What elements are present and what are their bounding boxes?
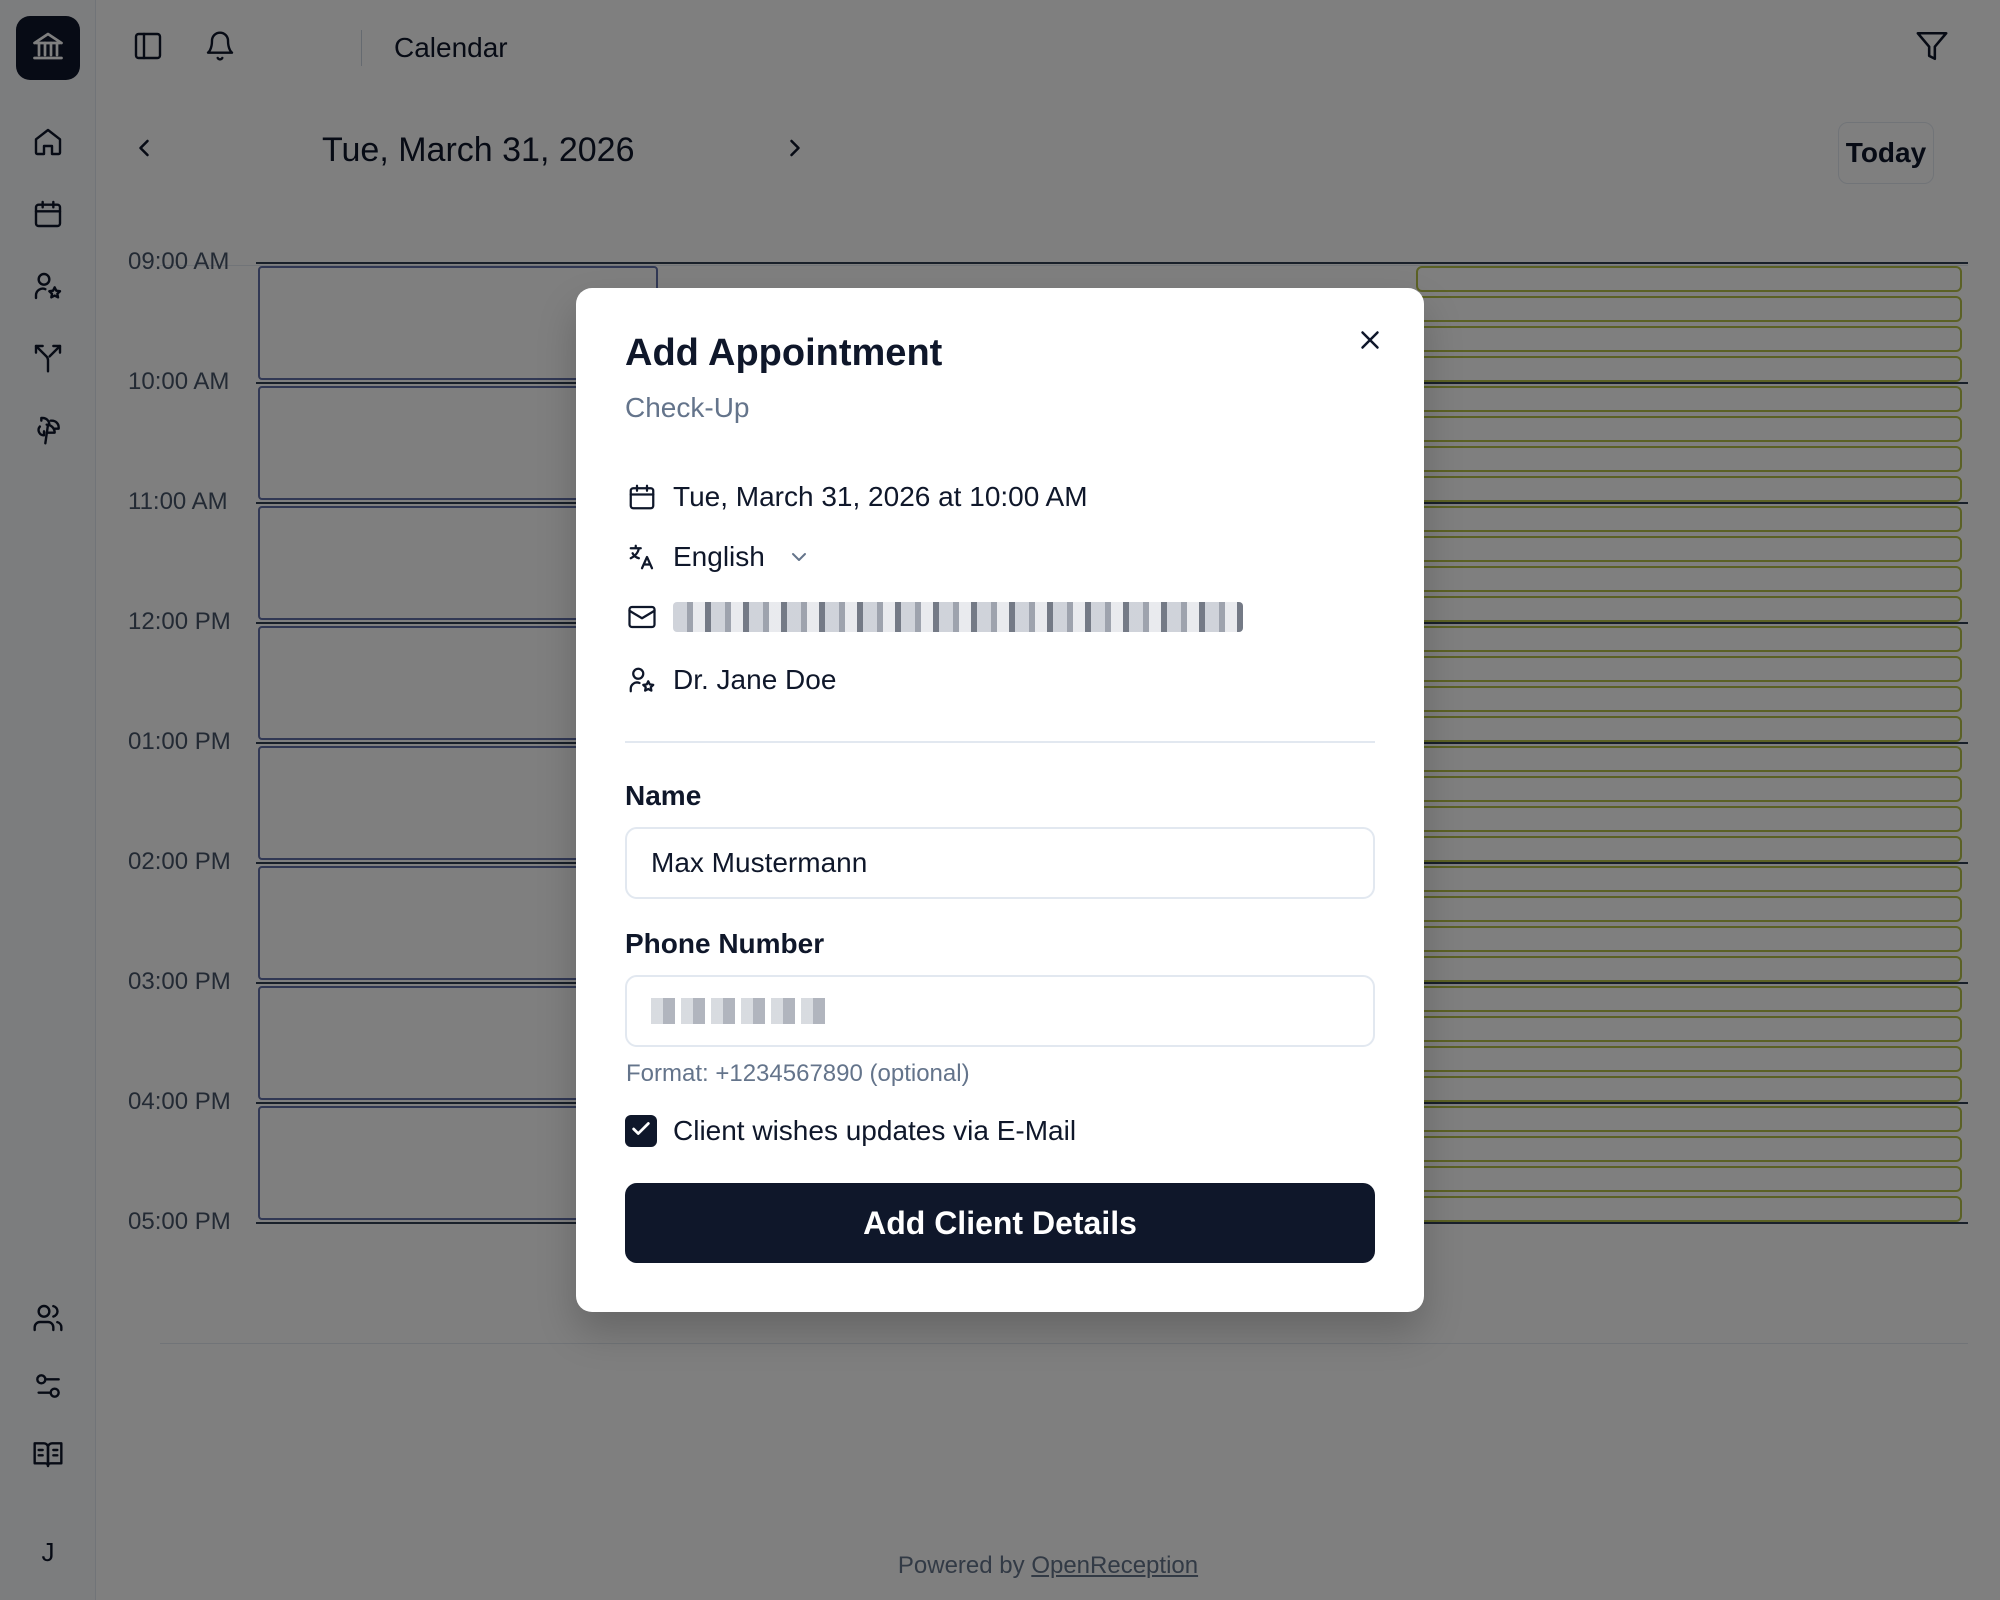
add-appointment-dialog: Add Appointment Check-Up Tue, March 31, …	[576, 288, 1424, 1312]
user-star-icon	[625, 663, 659, 697]
close-button[interactable]	[1350, 322, 1390, 362]
add-client-details-button[interactable]: Add Client Details	[625, 1183, 1375, 1263]
phone-label: Phone Number	[625, 928, 825, 959]
chevron-down-icon	[787, 545, 811, 569]
provider-row: Dr. Jane Doe	[625, 660, 836, 700]
phone-hint: Format: +1234567890 (optional)	[626, 1060, 970, 1087]
check-icon	[630, 1118, 652, 1145]
mail-icon	[625, 600, 659, 634]
language-value: English	[673, 541, 765, 572]
name-value: Max Mustermann	[651, 847, 868, 878]
email-updates-checkbox[interactable]	[625, 1115, 657, 1147]
language-select[interactable]: English	[625, 537, 811, 577]
email-updates-label: Client wishes updates via E-Mail	[673, 1115, 1077, 1146]
close-icon	[1355, 325, 1385, 360]
provider-name: Dr. Jane Doe	[673, 664, 837, 695]
email-updates-checkbox-row[interactable]: Client wishes updates via E-Mail	[625, 1111, 1076, 1151]
dialog-title: Add Appointment	[625, 332, 943, 374]
appointment-datetime: Tue, March 31, 2026 at 10:00 AM	[625, 477, 1088, 517]
client-email	[625, 597, 1243, 637]
divider	[625, 741, 1375, 743]
redacted-email	[673, 602, 1243, 632]
dialog-subtitle: Check-Up	[625, 392, 750, 423]
datetime-text: Tue, March 31, 2026 at 10:00 AM	[673, 481, 1088, 512]
calendar-icon	[625, 480, 659, 514]
redacted-phone	[651, 998, 831, 1024]
name-label: Name	[625, 780, 702, 811]
translate-icon	[625, 540, 659, 574]
name-input[interactable]: Max Mustermann	[625, 827, 1375, 899]
phone-input[interactable]	[625, 975, 1375, 1047]
